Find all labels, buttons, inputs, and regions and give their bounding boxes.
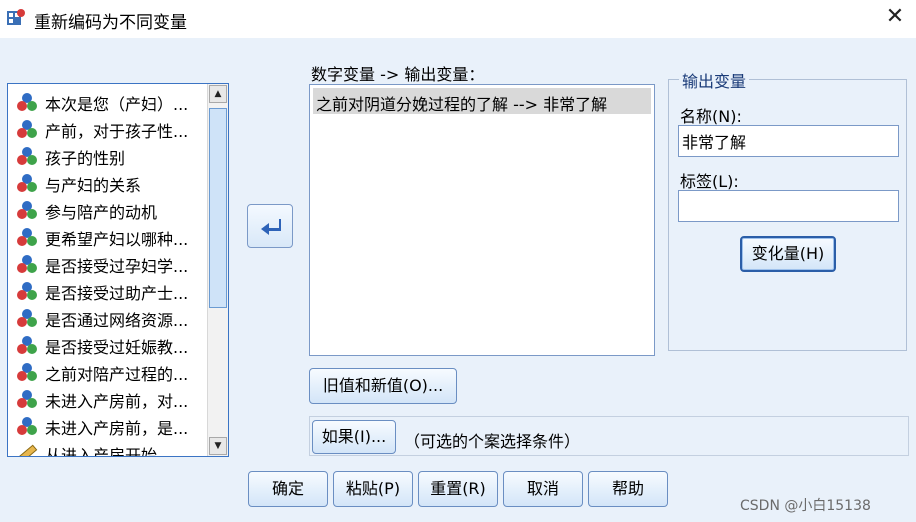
nominal-variable-icon bbox=[17, 363, 37, 381]
reset-button[interactable]: 重置(R) bbox=[418, 471, 498, 507]
variable-label: 是否接受过助产士... bbox=[45, 284, 189, 303]
output-variable-legend: 输出变量 bbox=[679, 68, 750, 92]
nominal-variable-icon bbox=[17, 93, 37, 111]
name-field[interactable] bbox=[678, 125, 899, 157]
variable-list-item[interactable]: 是否通过网络资源... bbox=[14, 304, 210, 330]
label-label: 标签(L): bbox=[680, 172, 739, 191]
nominal-variable-icon bbox=[17, 174, 37, 192]
variable-list-item[interactable]: 是否接受过孕妇学... bbox=[14, 250, 210, 276]
paste-button[interactable]: 粘贴(P) bbox=[333, 471, 413, 507]
variable-label: 未进入产房前，对... bbox=[45, 392, 189, 411]
mapping-list[interactable]: 之前对阴道分娩过程的了解 --> 非常了解 bbox=[309, 84, 655, 356]
variable-label: 与产妇的关系 bbox=[45, 176, 142, 195]
variable-list-item[interactable]: 孩子的性别 bbox=[14, 142, 210, 168]
ruler-icon bbox=[17, 444, 38, 456]
scroll-down-icon[interactable]: ▼ bbox=[209, 437, 227, 455]
nominal-variable-icon bbox=[17, 201, 37, 219]
nominal-variable-icon bbox=[17, 282, 37, 300]
variable-list-item[interactable]: 是否接受过助产士... bbox=[14, 277, 210, 303]
arrow-left-icon bbox=[261, 219, 281, 235]
mapping-label: 数字变量 -> 输出变量： bbox=[311, 65, 485, 84]
variable-list-item[interactable]: 与产妇的关系 bbox=[14, 169, 210, 195]
variable-label: 本次是您（产妇）... bbox=[45, 95, 189, 114]
spss-app-icon bbox=[7, 9, 25, 25]
scroll-thumb[interactable] bbox=[209, 108, 227, 308]
variable-list-scrollbar[interactable]: ▲ ▼ bbox=[207, 84, 228, 456]
watermark: CSDN @小白15138 bbox=[740, 498, 871, 514]
variable-label: 是否通过网络资源... bbox=[45, 311, 189, 330]
title-bar: 重新编码为不同变量 ✕ bbox=[0, 0, 916, 38]
help-button[interactable]: 帮助 bbox=[588, 471, 668, 507]
variable-list-item[interactable]: 未进入产房前，对... bbox=[14, 385, 210, 411]
variable-label: 更希望产妇以哪种... bbox=[45, 230, 189, 249]
mapping-row-text: 之前对阴道分娩过程的了解 --> 非常了解 bbox=[316, 95, 608, 114]
variable-label: 孩子的性别 bbox=[45, 149, 126, 168]
window-title: 重新编码为不同变量 bbox=[34, 13, 187, 33]
variable-label: 之前对陪产过程的... bbox=[45, 365, 189, 384]
scroll-up-icon[interactable]: ▲ bbox=[209, 85, 227, 103]
close-icon[interactable]: ✕ bbox=[884, 6, 906, 28]
nominal-variable-icon bbox=[17, 120, 37, 138]
variable-label: 从进入产房开始， bbox=[45, 446, 174, 457]
if-description: （可选的个案选择条件） bbox=[404, 432, 581, 451]
variable-list-item[interactable]: 产前，对于孩子性... bbox=[14, 115, 210, 141]
old-new-values-button[interactable]: 旧值和新值(O)... bbox=[309, 368, 457, 404]
label-field[interactable] bbox=[678, 190, 899, 222]
nominal-variable-icon bbox=[17, 228, 37, 246]
nominal-variable-icon bbox=[17, 255, 37, 273]
variable-label: 是否接受过妊娠教... bbox=[45, 338, 189, 357]
variable-list-item[interactable]: 参与陪产的动机 bbox=[14, 196, 210, 222]
variable-label: 未进入产房前，是... bbox=[45, 419, 189, 438]
if-button[interactable]: 如果(I)... bbox=[312, 420, 396, 454]
mapping-row[interactable]: 之前对阴道分娩过程的了解 --> 非常了解 bbox=[313, 88, 651, 114]
variable-label: 是否接受过孕妇学... bbox=[45, 257, 189, 276]
variable-list-item[interactable]: 未进入产房前，是... bbox=[14, 412, 210, 438]
cancel-button[interactable]: 取消 bbox=[503, 471, 583, 507]
variable-list-item[interactable]: 更希望产妇以哪种... bbox=[14, 223, 210, 249]
name-label: 名称(N): bbox=[680, 107, 742, 126]
nominal-variable-icon bbox=[17, 390, 37, 408]
ok-button[interactable]: 确定 bbox=[248, 471, 328, 507]
source-variable-list[interactable]: 本次是您（产妇）... 产前，对于孩子性... 孩子的性别与产妇的关系 参与陪产的动机… bbox=[7, 83, 229, 457]
variable-list-item[interactable]: 是否接受过妊娠教... bbox=[14, 331, 210, 357]
move-variable-button[interactable] bbox=[247, 204, 293, 248]
variable-label: 产前，对于孩子性... bbox=[45, 122, 189, 141]
nominal-variable-icon bbox=[17, 336, 37, 354]
condition-panel bbox=[309, 416, 909, 456]
nominal-variable-icon bbox=[17, 417, 37, 435]
variable-list-item[interactable]: 之前对陪产过程的... bbox=[14, 358, 210, 384]
nominal-variable-icon bbox=[17, 309, 37, 327]
variable-label: 参与陪产的动机 bbox=[45, 203, 158, 222]
change-button[interactable]: 变化量(H) bbox=[740, 236, 836, 272]
variable-list-item[interactable]: 从进入产房开始， bbox=[14, 439, 210, 457]
variable-list-item[interactable]: 本次是您（产妇）... bbox=[14, 88, 210, 114]
nominal-variable-icon bbox=[17, 147, 37, 165]
